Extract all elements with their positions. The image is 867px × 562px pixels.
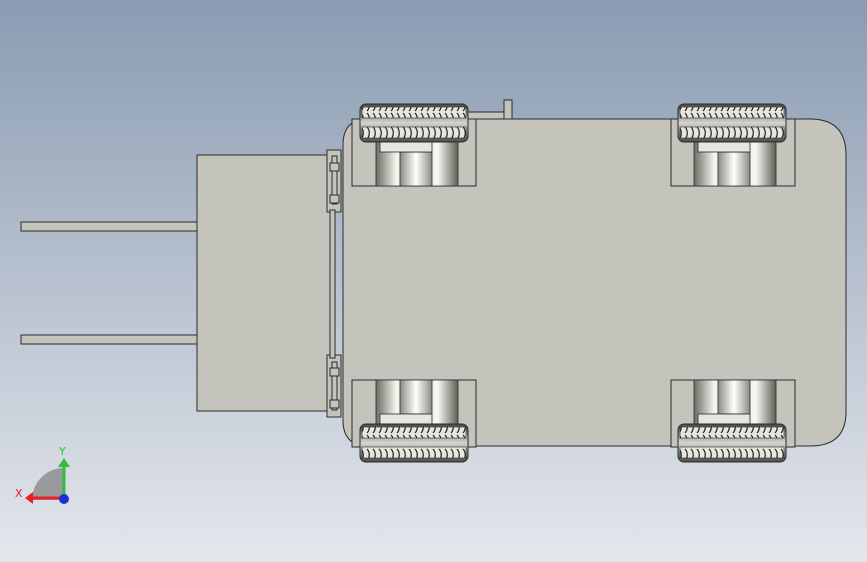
- triad-y-label: Y: [58, 445, 66, 458]
- wheel-rear-left[interactable]: [670, 103, 796, 187]
- wheel-front-left[interactable]: [351, 103, 477, 187]
- wheel-rear-right[interactable]: [670, 379, 796, 463]
- triad-z-axis-dot: [59, 494, 69, 504]
- fork-upper[interactable]: [20, 221, 199, 232]
- triad-x-label: X: [15, 487, 23, 500]
- forklift-mast[interactable]: [196, 154, 331, 412]
- cad-graphics-viewport[interactable]: Y X: [0, 0, 867, 562]
- fork-lower[interactable]: [20, 334, 199, 345]
- wheel-front-right[interactable]: [351, 379, 477, 463]
